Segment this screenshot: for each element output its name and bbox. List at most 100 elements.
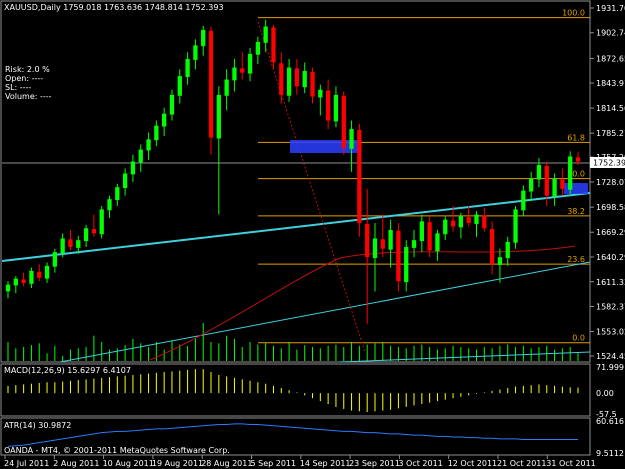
price-tick-label: 1872.65 <box>596 54 625 63</box>
candle-body <box>201 29 206 47</box>
candle-body <box>474 214 479 224</box>
candle-body <box>76 240 81 248</box>
candle-body <box>529 178 534 192</box>
candle-body <box>5 284 11 292</box>
candle-body <box>216 94 221 139</box>
candle-body <box>450 220 456 227</box>
candle-body <box>146 139 151 151</box>
fib-level-label: 23.6 <box>567 255 585 264</box>
atr-tick-label: 9.5112 <box>596 449 624 458</box>
candle-body <box>536 164 542 180</box>
candle-body <box>357 129 362 224</box>
date-tick-label: 10 Aug 2011 <box>103 459 154 468</box>
candle-body <box>575 157 581 162</box>
candle-body <box>130 161 136 175</box>
candle-body <box>489 229 495 265</box>
candle-body <box>122 173 128 189</box>
candle-body <box>458 216 464 228</box>
candle-body <box>552 178 557 197</box>
price-tick-label: 1524.45 <box>596 352 625 361</box>
candle-body <box>568 156 573 190</box>
date-tick-label: 28 Aug 2011 <box>201 459 252 468</box>
candle-body <box>302 70 307 88</box>
price-tick-label: 1698.58 <box>596 203 625 212</box>
candle-body <box>162 113 167 127</box>
macd-tick-label: 0.00 <box>596 389 614 398</box>
candle-body <box>271 27 276 63</box>
candle-body <box>513 209 518 243</box>
date-tick-label: 23 Sep 2011 <box>349 459 400 468</box>
candle-body <box>294 68 300 87</box>
info-sl: SL: ---- <box>5 83 31 92</box>
date-tick-label: 31 Oct 2011 <box>546 459 595 468</box>
candle-body <box>521 190 526 211</box>
candle-body <box>247 53 253 74</box>
candle-body <box>169 94 175 115</box>
date-tick-label: 12 Oct 2011 <box>448 459 497 468</box>
candle-body <box>372 238 378 259</box>
candle-body <box>411 240 417 248</box>
candle-body <box>341 95 346 148</box>
info-open: Open: ---- <box>5 74 43 83</box>
candle-body <box>177 76 182 96</box>
candle-body <box>435 233 440 252</box>
chart-title: XAUUSD,Daily 1759.018 1763.636 1748.814 … <box>4 3 224 12</box>
candle-body <box>482 215 487 229</box>
date-tick-label: 24 Jul 2011 <box>4 459 49 468</box>
price-tick-label: 1902.74 <box>596 29 625 38</box>
candle-body <box>115 187 120 201</box>
candle-body <box>388 229 393 250</box>
candle-body <box>83 228 89 242</box>
resistance-zone[interactable] <box>290 140 358 153</box>
candle-body <box>255 41 261 55</box>
candle-body <box>107 199 112 211</box>
price-tick-label: 1843.91 <box>596 79 625 88</box>
date-tick-label: 3 Oct 2011 <box>398 459 442 468</box>
price-tick-label: 1640.29 <box>596 253 625 262</box>
candle-body <box>349 129 354 149</box>
fib-level-label: 38.2 <box>567 207 585 216</box>
candle-body <box>154 125 159 141</box>
support-zone[interactable] <box>564 183 588 194</box>
candle-body <box>232 67 237 81</box>
current-price-label: 1752.39 <box>593 159 625 168</box>
candle-body <box>193 45 198 60</box>
fib-level-label: 100.0 <box>562 9 585 18</box>
candle-body <box>279 63 284 95</box>
date-tick-label: 19 Aug 2011 <box>152 459 203 468</box>
atr-tick-label: 60.616 <box>596 417 624 426</box>
price-tick-label: 1728.07 <box>596 178 625 187</box>
candle-body <box>560 179 565 189</box>
candle-body <box>208 30 214 138</box>
candle-body <box>419 221 424 242</box>
candle-body <box>396 230 401 282</box>
candle-body <box>310 71 315 97</box>
chart-canvas[interactable]: 100.061.850.038.223.60.0 1931.701902.741… <box>0 0 625 469</box>
candle-body <box>286 67 292 96</box>
candle-body <box>380 239 385 249</box>
candle-body <box>365 223 370 258</box>
candle-body <box>21 279 26 283</box>
candle-body <box>505 241 510 259</box>
price-tick-label: 1553.02 <box>596 328 625 337</box>
macd-label: MACD(12,26,9) 15.6297 6.4107 <box>4 366 131 375</box>
candle-body <box>13 278 18 286</box>
candle-body <box>318 89 323 98</box>
price-tick-label: 1669.29 <box>596 228 625 237</box>
date-tick-label: 21 Oct 2011 <box>497 459 546 468</box>
candle-body <box>443 219 448 235</box>
price-tick-label: 1785.21 <box>596 129 625 138</box>
price-axis: 1931.70 1902.74 1872.65 1843.91 1814.56 1785.… <box>590 4 625 361</box>
candle-body <box>427 222 432 251</box>
candle-body <box>37 271 42 278</box>
price-tick-label: 1814.56 <box>596 104 625 113</box>
fib-level-label: 61.8 <box>567 133 585 142</box>
atr-label: ATR(14) 30.9872 <box>4 421 71 430</box>
candle-body <box>263 26 268 43</box>
info-risk: Risk: 2.0 % <box>5 65 50 74</box>
info-volume: Volume: ---- <box>5 92 52 101</box>
candle-body <box>44 265 50 279</box>
price-tick-label: 1611.33 <box>596 278 625 287</box>
date-tick-label: 5 Sep 2011 <box>251 459 297 468</box>
date-tick-label: 2 Aug 2011 <box>53 459 99 468</box>
